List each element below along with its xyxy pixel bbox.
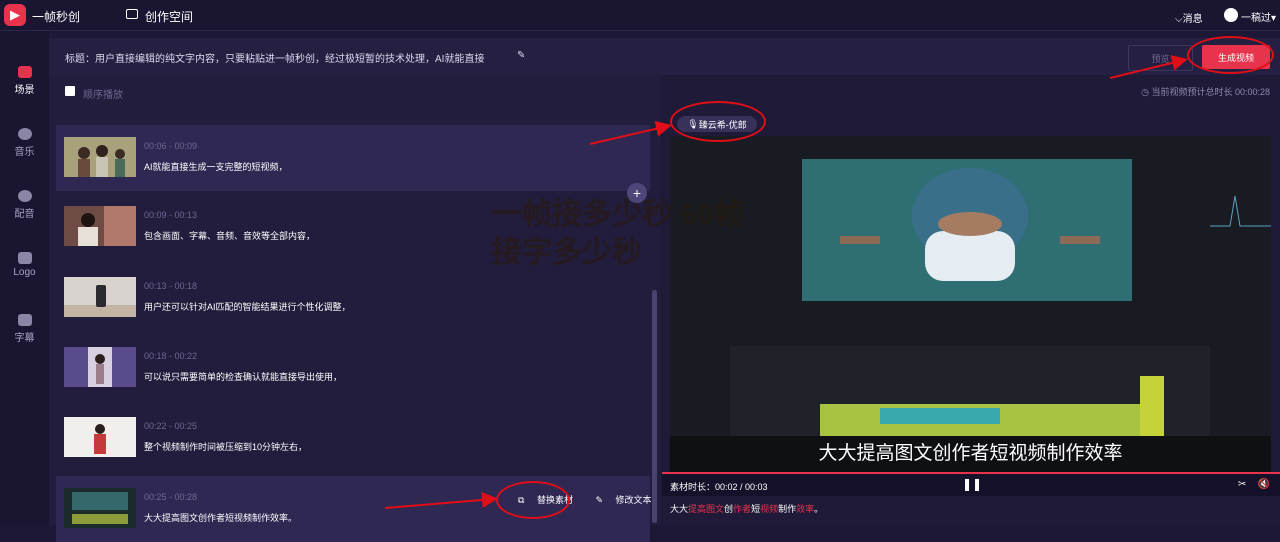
scene-thumbnail <box>64 488 136 528</box>
scene-thumbnail <box>64 417 136 457</box>
monitor-icon <box>126 9 138 19</box>
scene-thumbnail <box>64 277 136 317</box>
replace-material-label: 替换素材 <box>536 495 573 505</box>
scene-icon <box>17 66 32 78</box>
voice-icon <box>17 190 32 202</box>
scene-panel: 顺序播放 00:06 - 00:09 AI就能直接生成一支完整的短视频， + 0… <box>49 75 685 542</box>
sidebar-item-scene[interactable]: 场景 <box>0 66 49 96</box>
scene-text[interactable]: 可以说只需要简单的检查确认就能直接导出使用， <box>144 370 342 383</box>
subtitle-segment[interactable]: 提高图文 <box>688 504 724 514</box>
scene-time: 00:18 - 00:22 <box>144 351 198 361</box>
replace-material-button[interactable]: ⧉ 替换素材 <box>518 495 583 505</box>
subtitle-segment[interactable]: 创 <box>724 504 733 514</box>
player-right-controls: ✂ 🔇 <box>1238 479 1270 490</box>
video-subtitle: 大大提高图文创作者短视频制作效率 <box>818 443 1123 464</box>
subtitle-segment[interactable]: 作者 <box>733 504 751 514</box>
top-bar: ▶ 一帧秒创 创作空间 ⌵消息 一稿过▾ <box>0 0 1280 31</box>
replace-icon: ⧉ <box>518 495 527 505</box>
sidebar: 场景 音乐 配音 Logo 字幕 <box>0 31 49 525</box>
chevron-down-icon: ⌵ <box>1175 14 1183 25</box>
total-duration: ◷ 当前视频预计总时长 00:00:28 <box>1141 85 1270 98</box>
subtitle-segment[interactable]: 。 <box>814 504 823 514</box>
voice-name: 臻云希-优郎 <box>698 119 747 130</box>
sidebar-item-label: 场景 <box>14 85 35 96</box>
scene-text[interactable]: AI就能直接生成一支完整的短视频， <box>144 160 288 173</box>
player-controls: 素材时长：00:02 / 00:03 ❚❚ ✂ 🔇 <box>662 474 1280 496</box>
total-duration-label: 当前视频预计总时长 00:00:28 <box>1151 87 1270 97</box>
scene-item[interactable]: 00:06 - 00:09 AI就能直接生成一支完整的短视频， <box>56 125 650 191</box>
watermark-line: 一帧接多少秒 60帧 <box>492 198 744 231</box>
preview-panel: ◷ 当前视频预计总时长 00:00:28 🎙 臻云希-优郎 大大提高图文创作者短… <box>662 75 1280 525</box>
scene-time: 00:09 - 00:13 <box>144 210 198 220</box>
subtitle-segment[interactable]: 视频 <box>760 504 778 514</box>
sidebar-item-label: 字幕 <box>14 333 35 344</box>
scene-text[interactable]: 包含画面、字幕、音频、音效等全部内容， <box>144 229 315 242</box>
sidebar-item-music[interactable]: 音乐 <box>0 128 49 158</box>
material-duration: 素材时长：00:02 / 00:03 <box>670 482 768 492</box>
sidebar-item-logo[interactable]: Logo <box>0 252 49 278</box>
edit-icon: ✎ <box>595 495 606 505</box>
mute-icon[interactable]: 🔇 <box>1258 479 1270 490</box>
clock-icon: ◷ <box>1141 87 1152 97</box>
scene-time: 00:25 - 00:28 <box>144 492 198 502</box>
sequential-play-label: 顺序播放 <box>83 90 123 101</box>
scene-item[interactable]: 00:22 - 00:25 整个视频制作时间被压缩到10分钟左右， <box>56 405 650 471</box>
app-logo-icon[interactable]: ▶ <box>4 4 26 26</box>
scrollbar[interactable] <box>652 290 657 523</box>
sidebar-item-label: 音乐 <box>14 147 35 158</box>
video-frame <box>670 136 1271 472</box>
scene-time: 00:06 - 00:09 <box>144 141 198 151</box>
preview-button[interactable]: 预览 <box>1128 45 1193 71</box>
avatar[interactable] <box>1224 8 1238 22</box>
subtitle-icon <box>17 314 32 326</box>
scene-text[interactable]: 大大提高图文创作者短视频制作效率。 <box>144 511 297 524</box>
watermark: 一帧接多少秒 60帧 接字多少秒 <box>492 196 744 272</box>
microphone-icon: 🎙 <box>687 118 699 129</box>
voice-selector[interactable]: 🎙 臻云希-优郎 <box>677 116 757 132</box>
video-preview[interactable]: 大大提高图文创作者短视频制作效率 <box>670 136 1271 472</box>
subtitle-text[interactable]: 大大提高图文创作者短视频制作效率。 <box>670 502 823 515</box>
music-icon <box>17 128 32 140</box>
scene-time: 00:13 - 00:18 <box>144 281 198 291</box>
user-name: 一稿过 <box>1241 13 1271 24</box>
scene-item[interactable]: 00:13 - 00:18 用户还可以针对AI匹配的智能结果进行个性化调整， <box>56 265 650 331</box>
sidebar-item-subtitle[interactable]: 字幕 <box>0 314 49 344</box>
edit-text-label: 修改文本 <box>615 495 652 505</box>
app-name: 一帧秒创 <box>32 10 81 24</box>
scene-time: 00:22 - 00:25 <box>144 421 198 431</box>
pause-icon[interactable]: ❚❚ <box>962 477 982 491</box>
subtitle-segment[interactable]: 制作 <box>778 504 796 514</box>
watermark-line: 接字多少秒 <box>492 236 642 269</box>
logo-icon <box>17 252 32 264</box>
scene-thumbnail <box>64 206 136 246</box>
scene-item[interactable]: 00:18 - 00:22 可以说只需要简单的检查确认就能直接导出使用， <box>56 335 650 401</box>
sidebar-item-label: Logo <box>13 267 36 278</box>
scene-text[interactable]: 用户还可以针对AI匹配的智能结果进行个性化调整， <box>144 300 351 313</box>
subtitle-segment[interactable]: 大大 <box>670 504 688 514</box>
user-menu[interactable]: 一稿过▾ <box>1241 9 1276 24</box>
messages-link[interactable]: ⌵消息 <box>1175 10 1203 25</box>
scene-item[interactable]: 00:25 - 00:28 大大提高图文创作者短视频制作效率。 ⧉ 替换素材 ✎… <box>56 476 685 542</box>
scene-thumbnail <box>64 347 136 387</box>
subtitle-segment[interactable]: 短 <box>751 504 760 514</box>
subtitle-segment[interactable]: 效率 <box>796 504 814 514</box>
scene-thumbnail <box>64 137 136 177</box>
sequential-play-checkbox[interactable] <box>65 86 75 96</box>
messages-label: 消息 <box>1182 14 1203 25</box>
sidebar-item-label: 配音 <box>14 209 35 220</box>
sidebar-item-voice[interactable]: 配音 <box>0 190 49 220</box>
workspace-link[interactable]: 创作空间 <box>145 8 193 25</box>
scene-list: 00:06 - 00:09 AI就能直接生成一支完整的短视频， + 00:09 … <box>49 123 685 542</box>
generate-video-button[interactable]: 生成视频 <box>1202 45 1270 69</box>
video-title[interactable]: 标题：用户直接编辑的纯文字内容，只要粘贴进一帧秒创，经过极短暂的技术处理，AI就… <box>65 50 484 65</box>
pencil-icon[interactable]: ✎ <box>517 50 525 61</box>
scene-text[interactable]: 整个视频制作时间被压缩到10分钟左右， <box>144 440 307 453</box>
scissors-icon[interactable]: ✂ <box>1238 479 1246 490</box>
title-bar: 标题：用户直接编辑的纯文字内容，只要粘贴进一帧秒创，经过极短暂的技术处理，AI就… <box>49 38 1280 75</box>
